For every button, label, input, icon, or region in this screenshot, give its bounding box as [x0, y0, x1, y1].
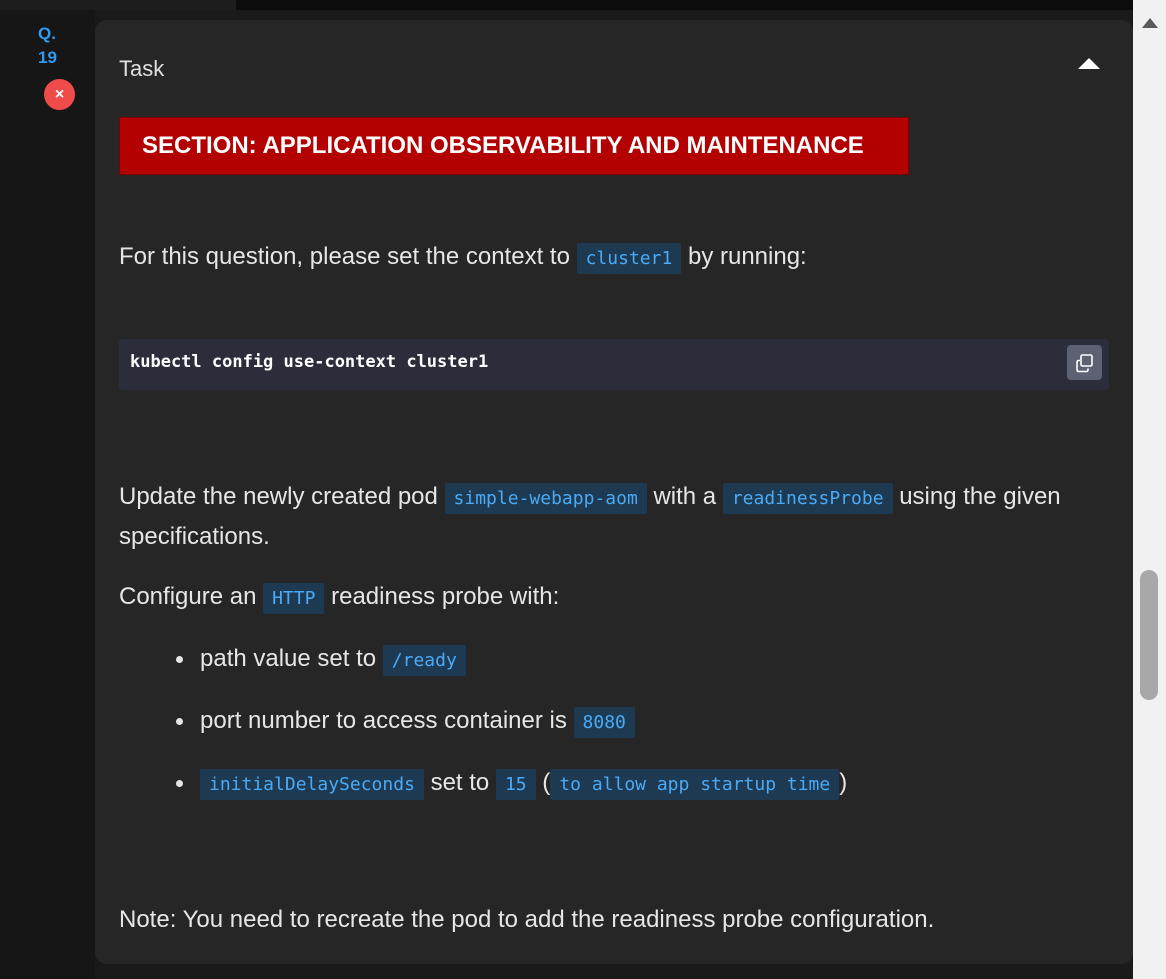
readiness-probe-code: readinessProbe	[722, 483, 893, 514]
top-strip	[0, 0, 236, 10]
spec-path-text: path value set to	[200, 645, 383, 672]
top-strip-dark	[236, 0, 1133, 10]
task-card: Task SECTION: APPLICATION OBSERVABILITY …	[95, 20, 1133, 964]
update-text-2: with a	[646, 483, 723, 510]
chevron-up-icon[interactable]	[1077, 56, 1101, 72]
configure-instruction: Configure an HTTP readiness probe with:	[119, 578, 1109, 618]
scrollbar-thumb[interactable]	[1140, 570, 1158, 700]
initial-delay-code: initialDelaySeconds	[200, 769, 424, 800]
question-sidebar	[0, 0, 95, 979]
list-item: initialDelaySeconds set to 15 (to allow …	[176, 764, 1100, 826]
card-title: Task	[119, 56, 165, 81]
update-text-1: Update the newly created pod	[119, 483, 445, 510]
configure-text-after: readiness probe with:	[324, 583, 560, 610]
delay-value-code: 15	[495, 769, 536, 800]
section-banner-text: SECTION: APPLICATION OBSERVABILITY AND M…	[142, 132, 864, 159]
port-code: 8080	[573, 707, 635, 738]
copy-button[interactable]	[1067, 345, 1102, 380]
http-code: HTTP	[263, 583, 325, 614]
command-text: kubectl config use-context cluster1	[130, 352, 489, 372]
context-instruction: For this question, please set the contex…	[119, 238, 1109, 278]
spec-delay-text: set to	[423, 769, 496, 796]
question-number-value: 19	[38, 48, 57, 67]
context-text-after: by running:	[681, 243, 807, 270]
configure-text-before: Configure an	[119, 583, 264, 610]
paren-open: (	[535, 769, 551, 796]
context-code: cluster1	[576, 243, 682, 274]
command-code-block: kubectl config use-context cluster1	[119, 339, 1109, 390]
list-item: path value set to /ready	[176, 640, 1100, 702]
startup-note-code: to allow app startup time	[550, 769, 840, 800]
question-number[interactable]: Q. 19	[38, 22, 68, 70]
copy-icon	[1075, 353, 1093, 372]
update-instruction: Update the newly created pod simple-weba…	[119, 478, 1109, 556]
probe-spec-list: path value set to /ready port number to …	[119, 640, 1100, 826]
scroll-up-icon[interactable]	[1141, 16, 1159, 30]
spec-port-text: port number to access container is	[200, 707, 574, 734]
path-code: /ready	[382, 645, 466, 676]
recreate-note: Note: You need to recreate the pod to ad…	[119, 906, 935, 933]
pod-name-code: simple-webapp-aom	[444, 483, 647, 514]
section-banner: SECTION: APPLICATION OBSERVABILITY AND M…	[119, 117, 909, 175]
scrollbar[interactable]	[1133, 0, 1166, 979]
paren-close: )	[839, 769, 848, 796]
list-item: port number to access container is 8080	[176, 702, 1100, 764]
context-text-before: For this question, please set the contex…	[119, 243, 577, 270]
question-prefix: Q.	[38, 24, 56, 43]
incorrect-status-icon: ×	[44, 79, 75, 110]
